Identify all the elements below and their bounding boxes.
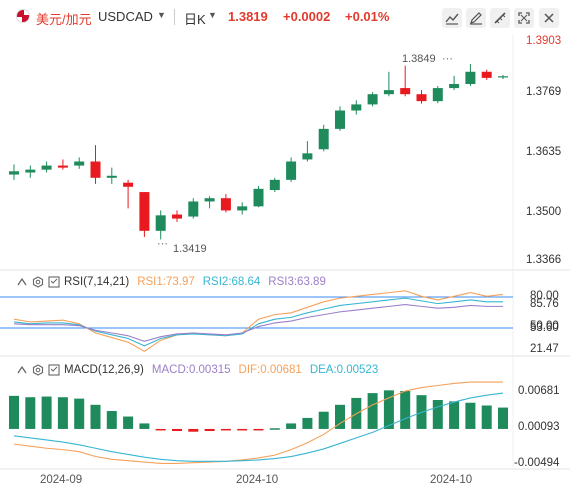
candle-body [220,198,231,211]
macd-histogram-bar [286,423,297,429]
rsi-axis-label: 85.76 [530,298,559,310]
macd-histogram-bar [9,395,19,429]
indicator-select-icon[interactable] [48,276,60,288]
macd-histogram-bar [106,411,117,429]
macd-histogram-bar [57,397,68,429]
dea-value: DEA:0.00523 [309,364,379,376]
rsi-header: RSI(7,14,21) RSI1:73.97 RSI2:68.64 RSI3:… [16,274,326,290]
candle-body [449,84,460,89]
rsi3-line [13,303,503,342]
macd-histogram-bar [269,428,280,430]
candle-body [351,104,362,111]
macd-histogram-bar [123,416,134,429]
macd-histogram-bar [465,402,476,429]
x-axis-label: 2024-10 [430,474,473,486]
dif-line [13,381,503,464]
candle-body [90,161,101,178]
macd-histogram-bar [90,404,101,429]
macd-histogram-bar [432,399,443,429]
macd-value: MACD:0.00315 [151,364,231,376]
rsi-axis-label: 53.60 [530,322,559,334]
macd-histogram-bar [302,417,313,429]
candle-body [481,71,492,78]
price-axis-label: 1.3366 [526,254,562,266]
macd-histogram-bar [204,428,215,432]
high-dots: ⋯ [442,53,453,65]
candle-body [57,165,68,168]
candle-body [400,88,411,95]
rsi-title: RSI(7,14,21) [64,276,130,288]
macd-histogram-bar [25,397,36,429]
rsi1-line [13,290,504,352]
candle-body [74,161,85,166]
settings-icon[interactable] [32,364,44,376]
price-axis-label: 1.3903 [526,35,562,47]
macd-histogram-bar [172,428,182,432]
price-axis-label: 1.3769 [526,86,562,98]
low-annotation: 1.3419 [173,243,207,255]
candle-body [416,94,427,102]
candle-body [123,182,134,187]
macd-header: MACD(12,26,9) MACD:0.00315 DIF:0.00681 D… [16,362,378,378]
collapse-icon[interactable] [16,364,28,376]
candle-body [25,169,36,173]
rsi-axis-label: 21.47 [530,343,559,355]
macd-histogram-bar [367,393,378,429]
low-dots: ⋯ [157,238,168,250]
macd-histogram-bar [237,428,248,431]
macd-histogram-bar [188,428,199,432]
candle-body [41,165,52,170]
price-axis-label: 1.3500 [526,206,562,218]
candle-body [432,88,443,102]
rsi3-value: RSI3:63.89 [268,276,326,288]
indicator-select-icon[interactable] [48,364,60,376]
candle-body [335,110,345,129]
candle-body [302,153,313,160]
candle-body [237,206,248,211]
macd-histogram-bar [449,401,460,429]
settings-icon[interactable] [32,276,44,288]
candle-body [286,161,297,180]
high-annotation: 1.3849 [402,53,436,65]
collapse-icon[interactable] [16,276,28,288]
candle-body [465,71,476,85]
candle-body [253,188,264,207]
macd-histogram-bar [41,396,52,429]
candle-body [9,171,19,175]
macd-histogram-bar [318,411,329,429]
candle-body [139,192,150,231]
candle-body [188,201,199,217]
candle-body [318,128,329,150]
macd-histogram-bar [498,407,508,429]
macd-histogram-bar [481,405,492,429]
chart-canvas[interactable]: 1.3849 ⋯ 1.3419 ⋯ [0,0,570,493]
x-axis-label: 2024-10 [236,474,279,486]
macd-histogram-bar [400,391,411,429]
macd-axis-label: 0.00093 [518,421,560,433]
rsi2-line [13,297,503,347]
candle-body [204,198,215,202]
rsi2-value: RSI2:68.64 [202,276,261,288]
macd-histogram-bar [74,398,85,429]
macd-histogram-bar [253,428,264,431]
macd-histogram-bar [155,428,166,431]
candle-body [172,214,182,219]
macd-axis-label: -0.00494 [514,457,560,469]
rsi1-value: RSI1:73.97 [137,276,195,288]
candle-body [155,215,166,231]
price-axis-label: 1.3635 [526,146,562,158]
candle-body [367,94,378,105]
macd-histogram-bar [139,423,150,429]
macd-title: MACD(12,26,9) [64,364,144,376]
candle-body [383,90,394,95]
x-axis-label: 2024-09 [40,474,83,486]
dif-value: DIF:0.00681 [238,364,302,376]
dea-line [13,392,504,462]
candle-body [498,76,508,78]
candle-body [106,175,117,178]
macd-histogram-bar [220,428,231,431]
macd-axis-label: 0.00681 [518,385,560,397]
candle-body [269,179,280,191]
